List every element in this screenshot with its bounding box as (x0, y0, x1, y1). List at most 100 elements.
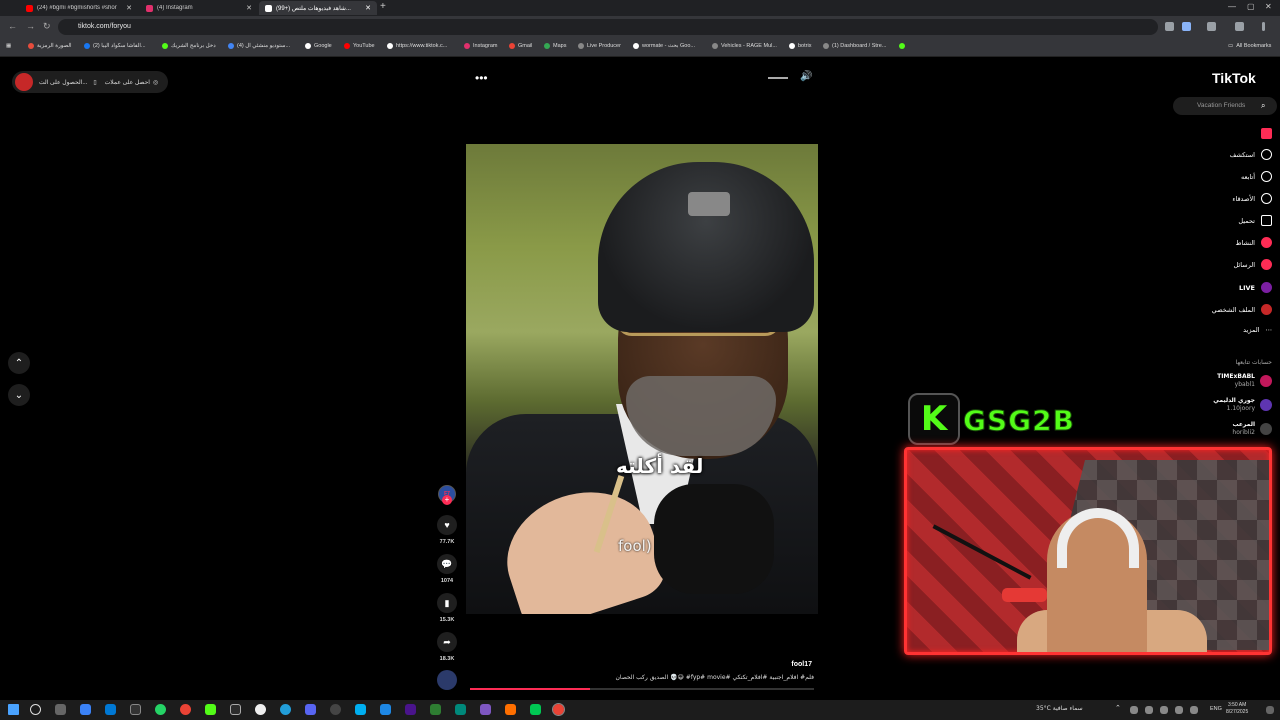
menu-icon[interactable] (1262, 22, 1265, 31)
video-player[interactable]: لقد أكلته fool) (466, 144, 818, 614)
get-coins-link[interactable]: احصل على عملات (105, 79, 150, 86)
skype-icon[interactable] (355, 704, 366, 715)
volume-icon[interactable]: 🔊 (800, 71, 812, 82)
sidebar-item-following[interactable]: أتابعه (1241, 171, 1272, 182)
caption-username[interactable]: fool17 (791, 661, 812, 668)
previous-video-button[interactable]: ⌃ (8, 352, 30, 374)
chrome-icon[interactable] (180, 704, 191, 715)
get-app-pill[interactable]: الحصول على الت... ▯ احصل على عملات ◎ (12, 71, 168, 93)
minimize-icon[interactable]: — (1228, 2, 1236, 11)
tray-icon[interactable] (1160, 706, 1168, 714)
telegram-icon[interactable] (280, 704, 291, 715)
bookmark-item[interactable]: botrix (789, 43, 811, 49)
like-button[interactable]: ♥ 77.7K (437, 515, 457, 545)
avatar[interactable] (15, 73, 33, 91)
search-icon[interactable] (30, 704, 41, 715)
follow-plus-icon[interactable]: + (442, 495, 452, 505)
app-icon[interactable] (230, 704, 241, 715)
app-icon[interactable] (530, 704, 541, 715)
following-account[interactable]: TIMExBABL ybabl1 (1217, 373, 1272, 389)
task-view-icon[interactable] (55, 704, 66, 715)
obs-icon[interactable] (130, 704, 141, 715)
bookmark-item[interactable]: YouTube (344, 43, 375, 49)
steam-icon[interactable] (330, 704, 341, 715)
bookmark-item[interactable]: الصورة الرمزية (28, 43, 72, 49)
comment-button[interactable]: 💬 1074 (437, 554, 457, 584)
bookmark-item[interactable]: wormate - بحث Goo... (633, 43, 695, 49)
bookmark-item[interactable]: Vehicles - RAGE Mul... (712, 43, 777, 49)
windows-start-icon[interactable] (8, 704, 19, 715)
video-progress-bar[interactable] (470, 688, 814, 690)
tab-tiktok[interactable]: (99+) شاهد فيديوهات ملتص... ✕ (259, 1, 377, 15)
app-icon[interactable] (505, 704, 516, 715)
maximize-icon[interactable]: ▢ (1247, 2, 1255, 11)
get-app-link[interactable]: الحصول على الت... (39, 79, 87, 86)
close-window-icon[interactable]: ✕ (1265, 2, 1272, 11)
url-input[interactable]: tiktok.com/foryou (58, 19, 1158, 35)
close-icon[interactable]: ✕ (126, 4, 132, 12)
volume-slider[interactable] (768, 77, 788, 79)
app-icon[interactable] (255, 704, 266, 715)
tab-youtube[interactable]: (24) #bgmi #bgmishorts #shor ✕ (20, 1, 138, 15)
bookmark-item[interactable]: Live Producer (578, 43, 621, 49)
tiktok-logo[interactable]: TikTok (1212, 70, 1256, 86)
new-tab-button[interactable]: + (380, 1, 386, 12)
sidebar-item-upload[interactable]: تحميل (1238, 215, 1272, 226)
clock[interactable]: 3:50 AM 8/27/2025 (1226, 702, 1248, 716)
bookmark-item[interactable] (899, 43, 908, 49)
bookmark-item[interactable]: (1) Dashboard / Stre... (823, 43, 886, 49)
sidebar-item-home[interactable] (1261, 128, 1272, 139)
sidebar-item-activity[interactable]: النشاط (1235, 237, 1272, 248)
reload-icon[interactable]: ↻ (43, 21, 51, 32)
more-options-icon[interactable]: ••• (475, 71, 488, 85)
search-icon[interactable]: ⌕ (1261, 101, 1265, 111)
edge-icon[interactable] (105, 704, 116, 715)
close-icon[interactable]: ✕ (365, 4, 371, 12)
sidebar-item-live[interactable]: LIVE (1239, 282, 1272, 293)
notifications-icon[interactable] (1266, 706, 1274, 714)
sidebar-item-more[interactable]: المزيد ⋯ (1243, 326, 1272, 334)
tray-icon[interactable] (1175, 706, 1183, 714)
tray-icon[interactable] (1190, 706, 1198, 714)
bookmark-item[interactable]: Gmail (509, 43, 532, 49)
whatsapp-icon[interactable] (155, 704, 166, 715)
bookmark-item[interactable]: Instagram (464, 43, 497, 49)
premiere-icon[interactable] (405, 704, 416, 715)
install-icon[interactable] (1165, 22, 1174, 31)
profile-icon[interactable] (1235, 22, 1244, 31)
share-button[interactable]: ➦ 18.3K (437, 632, 457, 662)
bookmark-item[interactable]: https://www.tiktok.c... (387, 43, 447, 49)
next-video-button[interactable]: ⌄ (8, 384, 30, 406)
sidebar-item-friends[interactable]: الأصدقاء (1232, 193, 1272, 204)
back-icon[interactable]: ← (8, 21, 17, 31)
app-icon[interactable] (380, 704, 391, 715)
bookmark-item[interactable]: (4) ستوديو منشئي ال... (228, 43, 290, 49)
app-icon[interactable] (455, 704, 466, 715)
following-account[interactable]: جوري الدليمي 1.10joory (1213, 397, 1272, 413)
discord-icon[interactable] (305, 704, 316, 715)
music-disc[interactable] (437, 670, 457, 690)
following-account[interactable]: المرعب horibli2 (1232, 421, 1272, 437)
app-icon[interactable] (430, 704, 441, 715)
apps-icon[interactable]: ▦ (6, 43, 11, 49)
chrome-active-icon[interactable] (552, 703, 565, 716)
forward-icon[interactable]: → (26, 21, 35, 31)
sidebar-item-profile[interactable]: الملف الشخصي (1212, 304, 1272, 315)
tab-instagram[interactable]: (4) Instagram ✕ (140, 1, 258, 15)
close-icon[interactable]: ✕ (246, 4, 252, 12)
star-icon[interactable] (1182, 22, 1191, 31)
sidebar-item-messages[interactable]: الرسائل (1233, 259, 1272, 270)
kick-icon[interactable] (205, 704, 216, 715)
app-icon[interactable] (480, 704, 491, 715)
extensions-icon[interactable] (1207, 22, 1216, 31)
bookmark-item[interactable]: دخل برنامج الشريك (162, 43, 216, 49)
save-button[interactable]: ▮ 15.3K (437, 593, 457, 623)
bookmark-item[interactable]: Maps (544, 43, 566, 49)
tray-icon[interactable] (1130, 706, 1138, 714)
weather-widget[interactable]: 35°C سماء صافية (1036, 705, 1083, 712)
bookmark-item[interactable]: (2) الفاشا سكواد اليبا... (84, 43, 146, 49)
chevron-up-icon[interactable]: ⌃ (1115, 704, 1121, 715)
sidebar-item-explore[interactable]: استكشف (1230, 149, 1272, 160)
bookmark-item[interactable]: Google (305, 43, 332, 49)
language-indicator[interactable]: ENG (1210, 706, 1222, 712)
